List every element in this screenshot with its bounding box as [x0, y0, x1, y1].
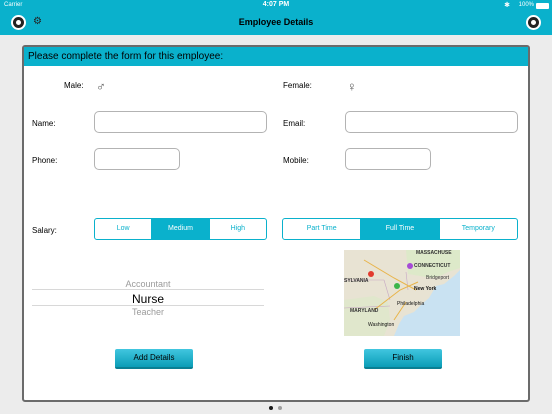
map-label-bridgeport: Bridgeport	[426, 275, 450, 281]
navigation-bar: ⚙ Employee Details	[0, 11, 552, 35]
map-label-washington: Washington	[368, 322, 395, 328]
location-map[interactable]: MASSACHUSE CONNECTICUT Bridgeport SYLVAN…	[344, 250, 460, 336]
battery-percent: 100%	[518, 2, 534, 8]
salary-segmented-control: Low Medium High	[94, 218, 267, 240]
options-button[interactable]	[526, 15, 541, 30]
picker-option-accountant[interactable]: Accountant	[32, 279, 264, 289]
map-label-maryland: MARYLAND	[350, 308, 379, 314]
mobile-field[interactable]	[345, 148, 431, 170]
map-pin-green-icon[interactable]	[394, 283, 400, 289]
employment-type-segmented-control: Part Time Full Time Temporary	[282, 218, 518, 240]
employment-option-full-time[interactable]: Full Time	[361, 219, 440, 239]
map-label-philadelphia: Philadelphia	[397, 301, 425, 307]
salary-option-medium[interactable]: Medium	[152, 219, 210, 239]
map-label-connecticut: CONNECTICUT	[414, 263, 451, 269]
name-label: Name:	[32, 119, 56, 128]
bluetooth-icon: ✱	[504, 2, 510, 9]
salary-option-low[interactable]: Low	[95, 219, 153, 239]
map-label-new-york: New York	[414, 286, 437, 292]
employment-option-temporary[interactable]: Temporary	[440, 219, 517, 239]
email-label: Email:	[283, 119, 306, 128]
male-symbol-icon[interactable]: ♂	[96, 79, 106, 94]
clock: 4:07 PM	[262, 1, 290, 8]
female-symbol-icon[interactable]: ♀	[347, 79, 357, 94]
page-title: Employee Details	[238, 17, 314, 27]
email-field[interactable]	[345, 111, 518, 133]
add-details-button[interactable]: Add Details	[115, 349, 193, 369]
picker-option-teacher[interactable]: Teacher	[32, 307, 264, 317]
male-label: Male:	[64, 81, 84, 90]
salary-option-high[interactable]: High	[210, 219, 266, 239]
form-header: Please complete the form for this employ…	[24, 47, 528, 66]
picker-option-nurse[interactable]: Nurse	[32, 292, 264, 306]
page-indicator-dot[interactable]	[278, 406, 282, 410]
phone-label: Phone:	[32, 156, 58, 165]
map-label-massachusetts: MASSACHUSE	[416, 250, 452, 256]
battery-icon	[536, 3, 549, 9]
status-bar: Carrier 4:07 PM ✱ 100%	[0, 0, 552, 11]
employment-option-part-time[interactable]: Part Time	[283, 219, 362, 239]
page-indicator-dot-active[interactable]	[269, 406, 273, 410]
role-picker[interactable]: Accountant Nurse Teacher	[32, 275, 264, 325]
finish-button[interactable]: Finish	[364, 349, 442, 369]
phone-field[interactable]	[94, 148, 180, 170]
map-pin-red-icon[interactable]	[368, 271, 374, 277]
map-label-pennsylvania: SYLVANIA	[344, 278, 369, 284]
female-label: Female:	[283, 81, 312, 90]
mobile-label: Mobile:	[283, 156, 309, 165]
name-field[interactable]	[94, 111, 267, 133]
picker-divider-top	[32, 289, 264, 290]
map-pin-purple-icon[interactable]	[407, 263, 413, 269]
salary-label: Salary:	[32, 226, 57, 235]
employee-form: Please complete the form for this employ…	[22, 45, 530, 402]
